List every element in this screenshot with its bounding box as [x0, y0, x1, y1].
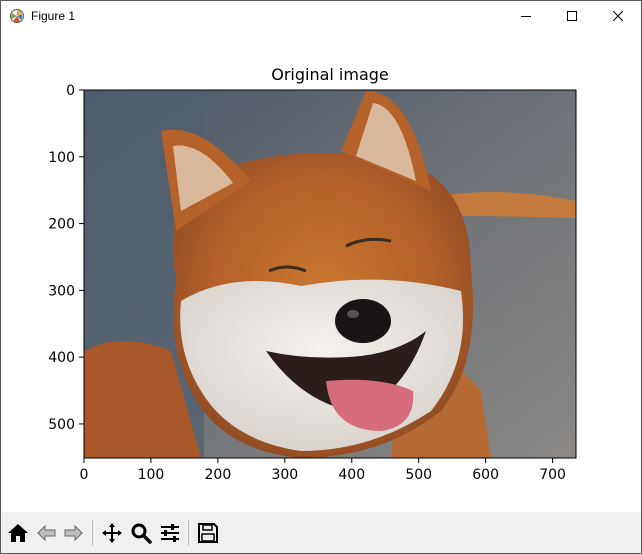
home-icon — [8, 524, 28, 542]
y-tick-label: 100 — [48, 150, 75, 166]
dog-image — [84, 90, 576, 458]
figure-canvas[interactable]: Original image 0100 200 300 400 500 600 … — [1, 31, 641, 511]
window-title: Figure 1 — [31, 9, 76, 23]
minimize-icon — [521, 16, 531, 17]
x-tick-label: 300 — [271, 467, 298, 483]
pan-icon — [102, 523, 122, 543]
x-tick-label: 700 — [539, 467, 566, 483]
y-tick-label: 300 — [48, 283, 75, 299]
x-tick-label: 600 — [472, 467, 499, 483]
maximize-button[interactable] — [549, 1, 595, 31]
toolbar-separator — [92, 520, 93, 546]
x-tick-label: 0 — [80, 467, 89, 483]
navigation-toolbar — [1, 512, 641, 553]
home-button[interactable] — [5, 520, 31, 546]
save-icon — [198, 523, 218, 543]
pan-button[interactable] — [99, 520, 125, 546]
forward-button[interactable] — [61, 520, 87, 546]
y-tick-label: 200 — [48, 217, 75, 233]
close-icon — [613, 11, 623, 21]
toolbar-separator — [188, 520, 189, 546]
back-icon — [37, 524, 56, 542]
x-axis: 0 100 200 300 400 500 600 700 — [80, 458, 566, 483]
axes-title: Original image — [271, 65, 389, 84]
y-axis: 0 100 200 300 400 500 — [48, 83, 84, 433]
maximize-icon — [567, 11, 577, 21]
y-tick-label: 0 — [66, 83, 75, 99]
title-bar[interactable]: Figure 1 — [1, 1, 641, 31]
forward-icon — [64, 524, 83, 542]
minimize-button[interactable] — [503, 1, 549, 31]
x-tick-label: 100 — [138, 467, 165, 483]
y-tick-label: 400 — [48, 350, 75, 366]
figure-window: Figure 1 Original image 0 100 200 300 40… — [0, 0, 642, 554]
x-tick-label: 400 — [338, 467, 365, 483]
x-tick-label: 200 — [205, 467, 232, 483]
back-button[interactable] — [33, 520, 59, 546]
configure-subplots-icon — [161, 524, 179, 542]
y-tick-label: 500 — [48, 417, 75, 433]
zoom-icon — [131, 523, 152, 544]
matplotlib-icon — [9, 8, 25, 24]
save-button[interactable] — [195, 520, 221, 546]
plot-svg[interactable]: Original image 0100 200 300 400 500 600 … — [1, 31, 641, 511]
configure-subplots-button[interactable] — [157, 520, 183, 546]
zoom-button[interactable] — [128, 520, 154, 546]
x-tick-label: 500 — [405, 467, 432, 483]
close-button[interactable] — [595, 1, 641, 31]
